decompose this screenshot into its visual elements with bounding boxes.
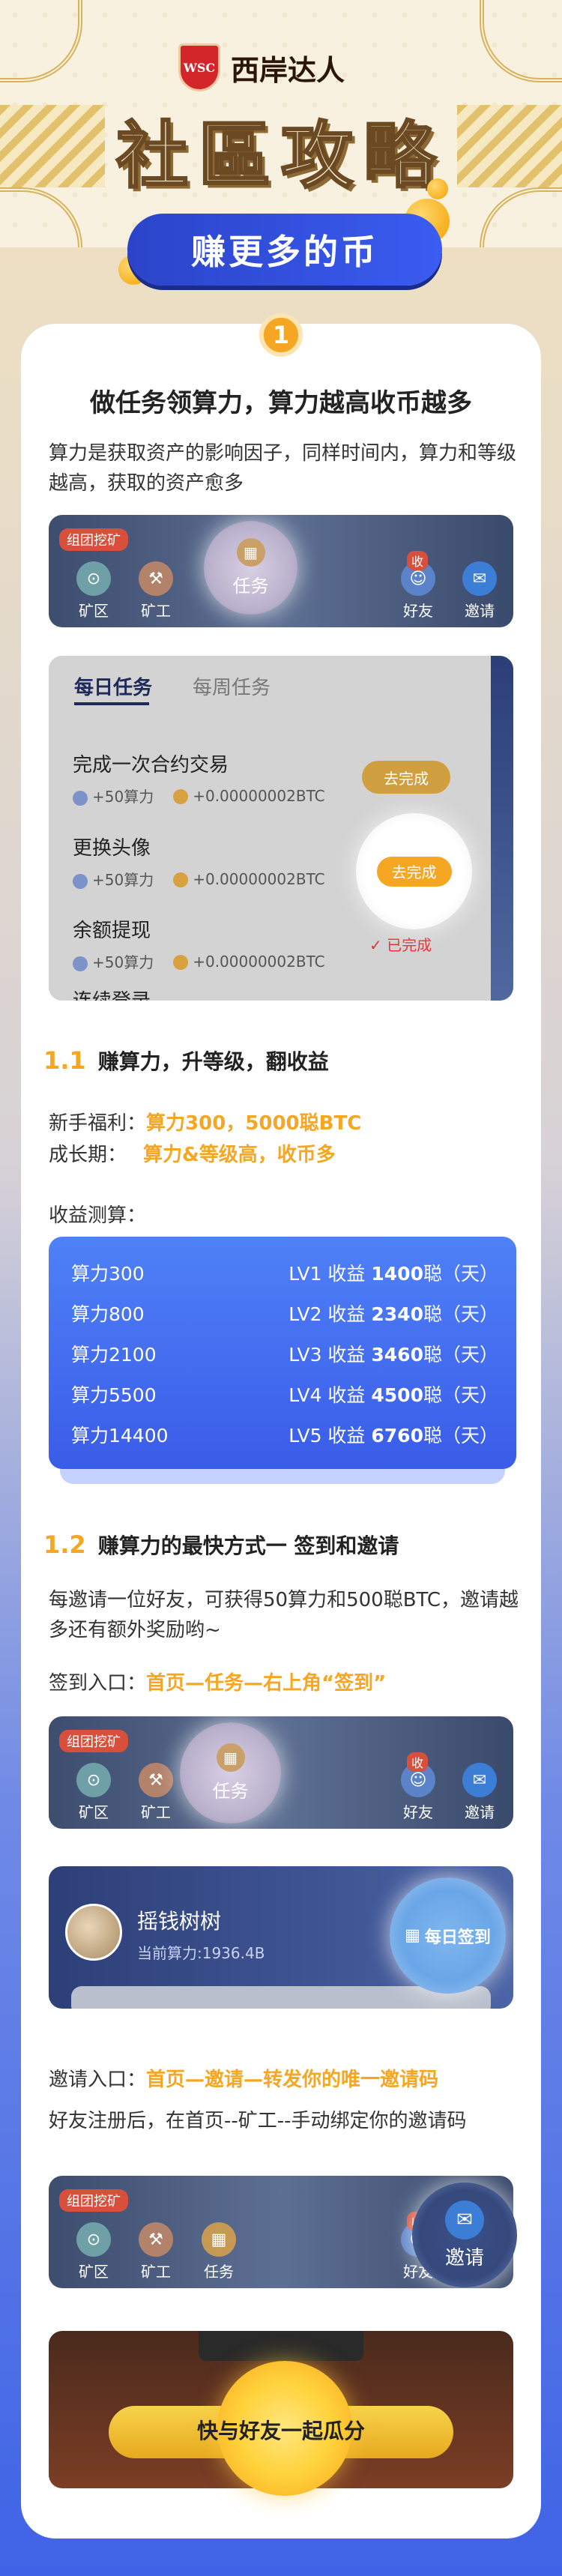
nav-item-invite[interactable]: ✉ 邀请: [453, 1763, 506, 1822]
calendar-icon: ▦: [202, 2222, 236, 2257]
pickaxe-icon: ⚒: [139, 2222, 173, 2257]
daily-signin-button[interactable]: ▦ 每日签到: [390, 1877, 506, 1994]
highlight-task-label: 任务: [232, 576, 269, 597]
table-row: 算力300 LV1 收益 1400聪（天）: [71, 1263, 498, 1285]
section-ribbon: 赚更多的币: [127, 214, 442, 286]
nav-item-miner[interactable]: ⚒ 矿工: [130, 561, 182, 621]
tab-daily-tasks[interactable]: 每日任务: [74, 672, 152, 700]
btc-icon: [173, 955, 189, 970]
nav-strip-signin: 组团挖矿 ⊙ 矿区 ⚒ 矿工 ☺ 好友 收 ✉ 邀请: [49, 1716, 513, 1829]
check-icon: ✓: [369, 936, 387, 954]
ornament-stripes-left: [0, 105, 105, 187]
ribbon-label: 赚更多的币: [191, 232, 378, 272]
invite-entry: 邀请入口：首页—邀请—转发你的唯一邀请码: [49, 2069, 439, 2091]
nav-item-mine[interactable]: ⊙ 矿区: [67, 2222, 120, 2281]
map-pin-icon: ⊙: [76, 561, 111, 596]
task-done-status: ✓ 已完成: [369, 936, 432, 954]
tree-power: 当前算力:1936.4B: [137, 1944, 265, 1962]
nav-item-mine[interactable]: ⊙ 矿区: [67, 561, 120, 621]
highlight-complete-button[interactable]: 去完成: [356, 813, 472, 929]
calendar-icon: ▦: [236, 538, 265, 567]
highlight-task-button[interactable]: ▦ 任务: [180, 1722, 281, 1824]
tab-underline: [74, 702, 149, 705]
ornament-stripes-right: [457, 105, 562, 187]
task-go-button[interactable]: 去完成: [362, 761, 450, 794]
step-number-badge: 1: [259, 313, 303, 357]
envelope-icon: ✉: [462, 1763, 497, 1797]
section-heading-1-2: 1.2 赚算力的最快方式一 签到和邀请: [43, 1530, 399, 1559]
friends-badge: 收: [407, 1752, 429, 1772]
growth-stage: 成长期： 算力&等级高，收币多: [49, 1144, 336, 1166]
complete-button-label: 去完成: [376, 856, 452, 887]
brand-name: 西岸达人: [231, 52, 345, 87]
step-title: 做任务领算力，算力越高收币越多: [90, 388, 472, 418]
map-pin-icon: ⊙: [76, 1763, 111, 1797]
signin-entry: 签到入口：首页—任务—右上角“签到”: [49, 1672, 387, 1695]
table-row: 算力5500 LV4 收益 4500聪（天）: [71, 1384, 498, 1406]
task-reward: +50算力 +0.00000002BTC: [73, 868, 325, 890]
highlight-invite-button[interactable]: ✉ 邀请: [412, 2183, 517, 2287]
highlight-invite-label: 邀请: [444, 2246, 484, 2269]
decor-coin-small-icon: [427, 178, 448, 199]
highlight-task-label: 任务: [212, 1781, 249, 1802]
pickaxe-icon: ⚒: [139, 1763, 173, 1797]
friends-badge: 收: [407, 551, 429, 570]
calendar-icon: ▦: [216, 1743, 245, 1772]
nav-item-mine[interactable]: ⊙ 矿区: [67, 1763, 120, 1822]
step-description: 算力是获取资产的影响因子，同样时间内，算力和等级越高，获取的资产愈多: [49, 442, 517, 495]
page-title: 社區攻略: [115, 112, 446, 199]
nav-tag: 组团挖矿: [59, 2189, 128, 2212]
power-icon: [73, 790, 88, 806]
share-with-friends-button[interactable]: 快与好友一起瓜分: [49, 2415, 513, 2445]
power-icon: [73, 956, 88, 971]
earnings-calc-label: 收益测算：: [49, 1204, 147, 1227]
task-name: 完成一次合约交易: [73, 754, 229, 776]
nav-item-invite[interactable]: ✉ 邀请: [453, 561, 506, 621]
wsc-shield-icon: WSC: [178, 43, 220, 91]
nav-tag: 组团挖矿: [59, 1730, 128, 1752]
earnings-table: 算力300 LV1 收益 1400聪（天） 算力800 LV2 收益 2340聪（天…: [49, 1237, 516, 1469]
task-reward: +50算力 +0.00000002BTC: [73, 785, 325, 806]
task-reward: +50算力 +0.00000002BTC: [73, 950, 325, 972]
envelope-icon: ✉: [462, 561, 497, 596]
newbie-benefit: 新手福利：算力300，5000聪BTC: [49, 1112, 362, 1135]
btc-icon: [173, 872, 189, 887]
tree-name: 摇钱树树: [137, 1909, 222, 1934]
table-row: 算力2100 LV3 收益 3460聪（天）: [71, 1344, 498, 1366]
nav-item-miner[interactable]: ⚒ 矿工: [130, 2222, 182, 2281]
signin-btn-label: 每日签到: [424, 1928, 491, 1947]
task-name: 更换头像: [73, 837, 151, 860]
nav-item-task[interactable]: ▦ 任务: [193, 2222, 245, 2281]
qr-code-icon: [199, 2331, 363, 2361]
task-name: 连续登录: [73, 986, 151, 1001]
nav-item-miner[interactable]: ⚒ 矿工: [130, 1763, 182, 1822]
pickaxe-icon: ⚒: [139, 561, 173, 596]
power-icon: [73, 873, 88, 889]
table-row: 算力800 LV2 收益 2340聪（天）: [71, 1303, 498, 1325]
envelope-icon: ✉: [445, 2200, 484, 2239]
table-row: 算力14400 LV5 收益 6760聪（天）: [71, 1425, 498, 1447]
highlight-task-button[interactable]: ▦ 任务: [204, 521, 297, 615]
task-name: 余额提现: [73, 920, 151, 942]
calendar-icon: ▦: [405, 1926, 420, 1945]
map-pin-icon: ⊙: [76, 2222, 111, 2257]
brand-logo: WSC 西岸达人: [178, 43, 345, 91]
tab-weekly-tasks[interactable]: 每周任务: [193, 672, 271, 700]
bind-instruction: 好友注册后，在首页--矿工--手动绑定你的邀请码: [49, 2110, 467, 2132]
section-heading-1-1: 1.1 赚算力，升等级，翻收益: [43, 1046, 329, 1075]
invite-description: 每邀请一位好友，可获得50算力和500聪BTC，邀请越多还有额外奖励哟~: [49, 1589, 519, 1641]
avatar: [65, 1904, 122, 1961]
btc-icon: [173, 789, 189, 804]
nav-tag: 组团挖矿: [59, 528, 128, 551]
